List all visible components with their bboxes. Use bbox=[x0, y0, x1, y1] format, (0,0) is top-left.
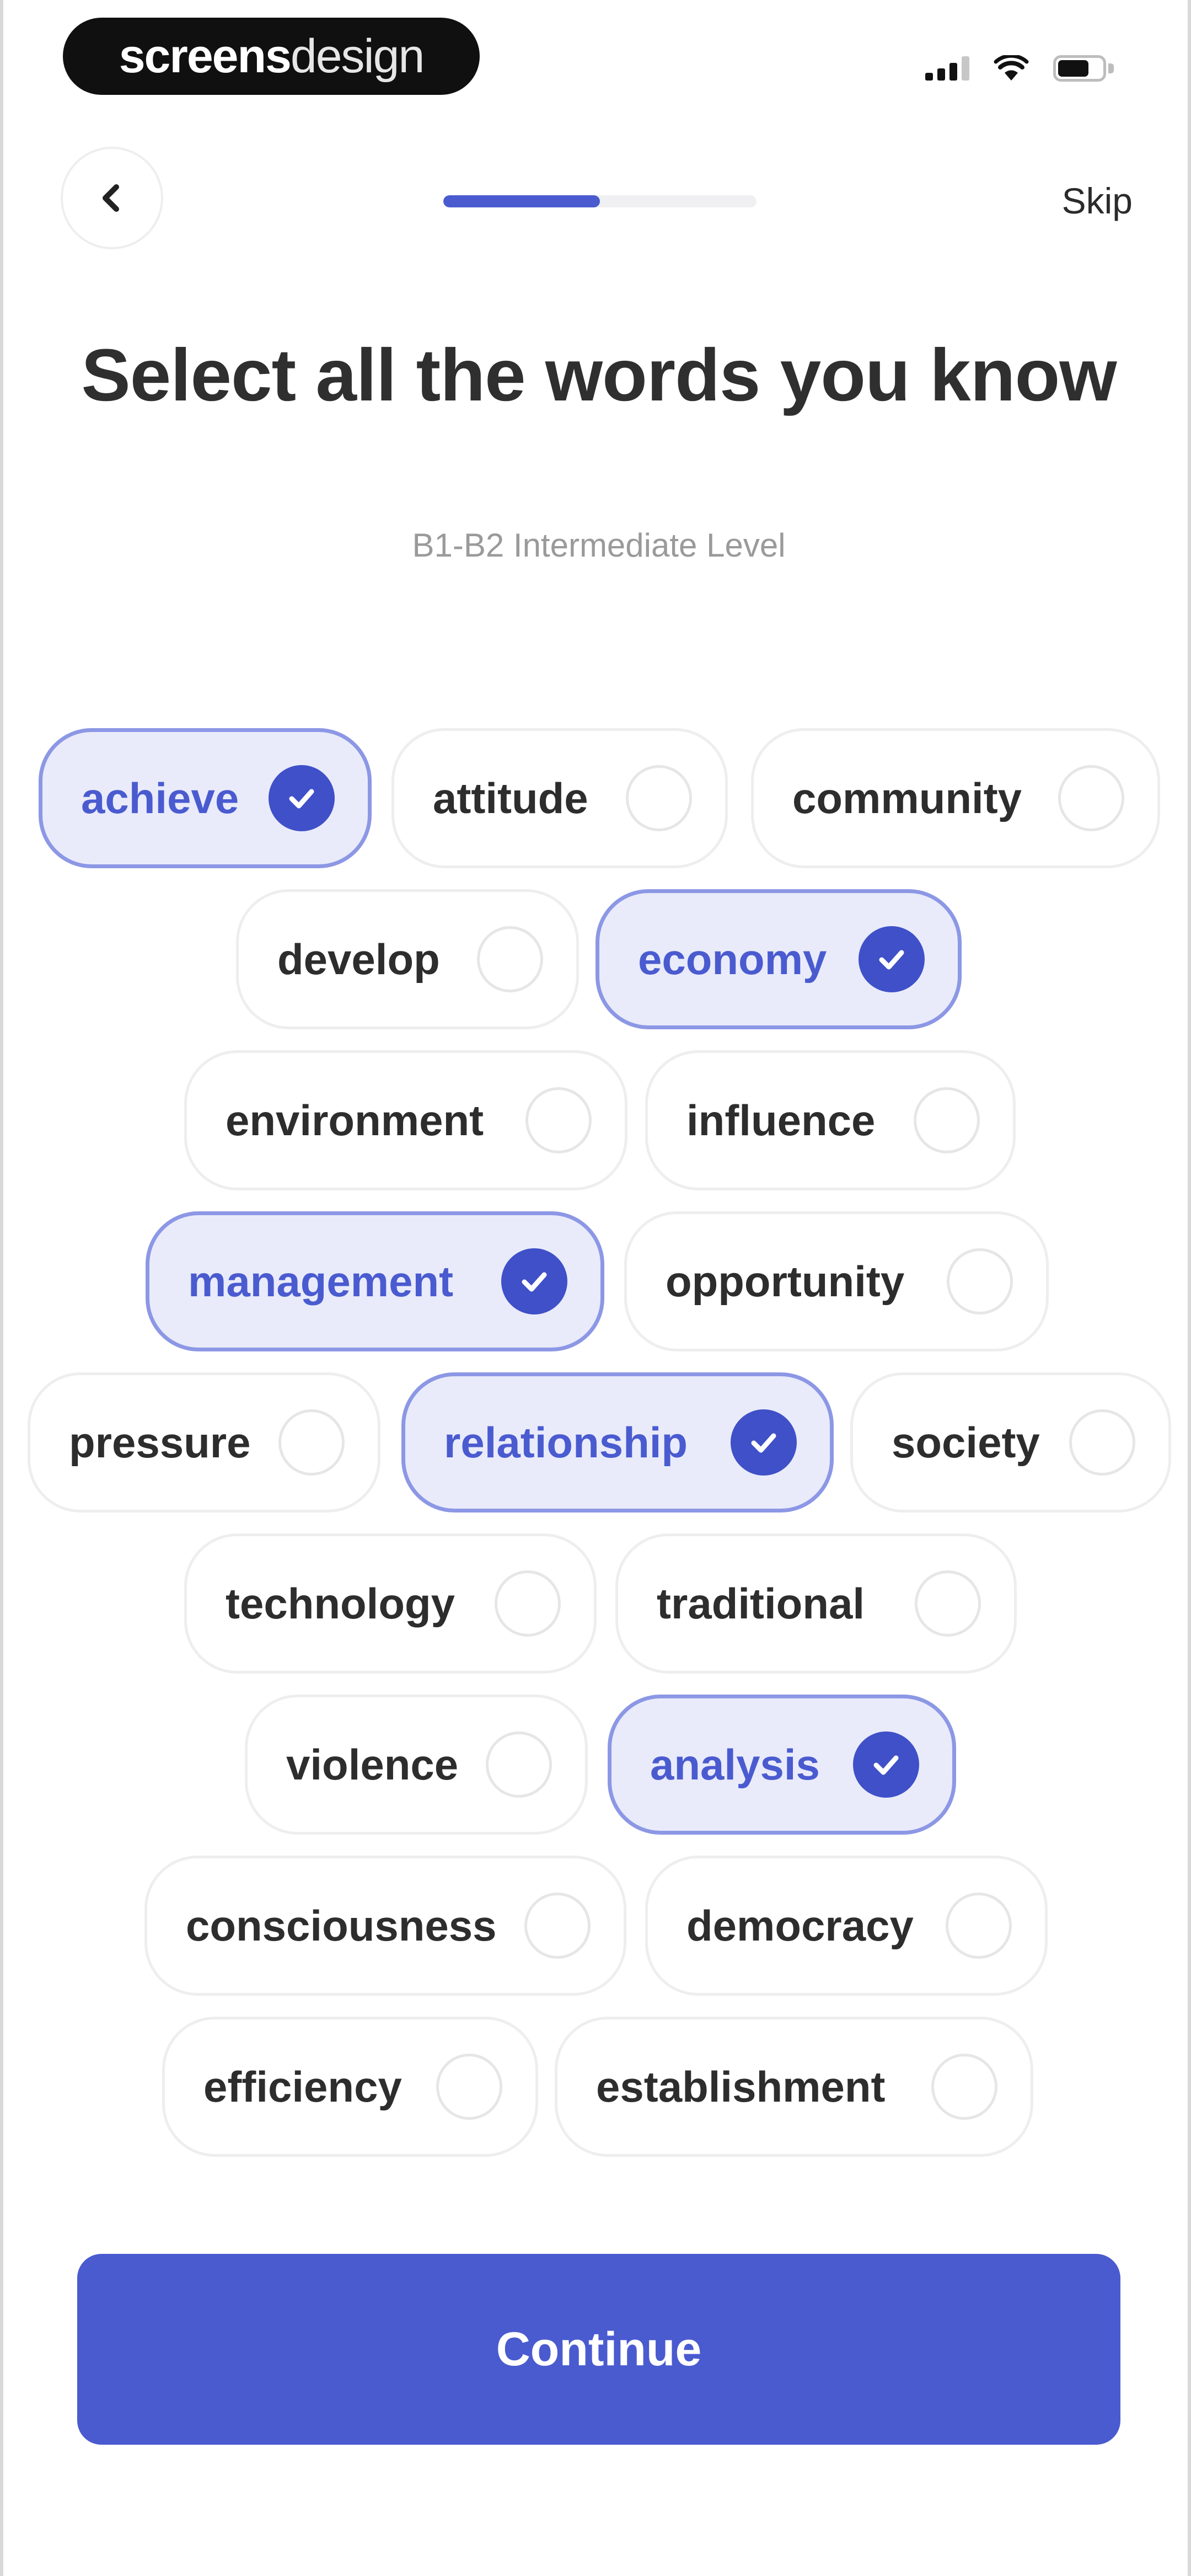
word-chip-list: achieve attitude community develop economy en… bbox=[3, 0, 1191, 2576]
word-chip-environment[interactable]: environment bbox=[184, 1050, 627, 1190]
word-chip-label: relationship bbox=[444, 1418, 688, 1467]
word-chip-label: pressure bbox=[69, 1418, 251, 1467]
empty-circle-icon bbox=[495, 1570, 561, 1637]
empty-circle-icon bbox=[946, 1893, 1012, 1959]
word-chip-management[interactable]: management bbox=[146, 1211, 604, 1351]
empty-circle-icon bbox=[1069, 1409, 1135, 1476]
word-chip-attitude[interactable]: attitude bbox=[391, 728, 728, 868]
empty-circle-icon bbox=[915, 1570, 981, 1637]
onboarding-screen: screens design Skip Select all the words … bbox=[0, 0, 1191, 2576]
word-chip-label: society bbox=[892, 1418, 1040, 1467]
empty-circle-icon bbox=[1058, 765, 1124, 831]
word-chip-traditional[interactable]: traditional bbox=[615, 1533, 1017, 1674]
checkmark-icon bbox=[501, 1248, 567, 1314]
word-chip-influence[interactable]: influence bbox=[645, 1050, 1016, 1190]
word-chip-community[interactable]: community bbox=[751, 728, 1160, 868]
empty-circle-icon bbox=[931, 2054, 997, 2120]
checkmark-icon bbox=[853, 1731, 919, 1798]
word-chip-society[interactable]: society bbox=[850, 1372, 1171, 1513]
word-chip-economy[interactable]: economy bbox=[596, 889, 962, 1029]
word-chip-label: establishment bbox=[596, 2062, 886, 2111]
word-chip-label: opportunity bbox=[666, 1257, 905, 1306]
continue-button[interactable]: Continue bbox=[77, 2254, 1120, 2445]
word-chip-efficiency[interactable]: efficiency bbox=[162, 2017, 538, 2157]
checkmark-icon bbox=[269, 765, 335, 831]
word-chip-label: violence bbox=[286, 1740, 459, 1789]
word-chip-democracy[interactable]: democracy bbox=[645, 1856, 1048, 1996]
word-chip-label: technology bbox=[226, 1579, 455, 1628]
word-chip-label: environment bbox=[226, 1095, 484, 1145]
word-chip-label: achieve bbox=[81, 773, 239, 822]
word-chip-relationship[interactable]: relationship bbox=[401, 1372, 834, 1513]
empty-circle-icon bbox=[477, 926, 543, 992]
checkmark-icon bbox=[859, 926, 925, 992]
word-chip-label: community bbox=[792, 773, 1022, 822]
word-chip-opportunity[interactable]: opportunity bbox=[624, 1211, 1049, 1351]
word-chip-consciousness[interactable]: consciousness bbox=[144, 1856, 626, 1996]
word-chip-label: consciousness bbox=[186, 1901, 497, 1950]
word-chip-analysis[interactable]: analysis bbox=[608, 1695, 956, 1835]
word-chip-violence[interactable]: violence bbox=[245, 1695, 588, 1835]
word-chip-label: economy bbox=[638, 934, 827, 984]
word-chip-label: analysis bbox=[650, 1740, 820, 1789]
empty-circle-icon bbox=[626, 765, 692, 831]
word-chip-pressure[interactable]: pressure bbox=[28, 1372, 380, 1513]
word-chip-achieve[interactable]: achieve bbox=[39, 728, 372, 868]
empty-circle-icon bbox=[525, 1087, 592, 1153]
word-chip-label: develop bbox=[277, 934, 440, 984]
word-chip-technology[interactable]: technology bbox=[184, 1533, 597, 1674]
checkmark-icon bbox=[731, 1409, 797, 1476]
word-chip-label: efficiency bbox=[203, 2062, 402, 2111]
word-chip-label: influence bbox=[686, 1095, 876, 1145]
word-chip-label: management bbox=[188, 1257, 454, 1306]
word-chip-label: traditional bbox=[657, 1579, 865, 1628]
word-chip-establishment[interactable]: establishment bbox=[555, 2017, 1033, 2157]
word-chip-label: attitude bbox=[433, 773, 588, 822]
empty-circle-icon bbox=[486, 1731, 552, 1798]
empty-circle-icon bbox=[278, 1409, 345, 1476]
word-chip-label: democracy bbox=[686, 1901, 914, 1950]
empty-circle-icon bbox=[947, 1248, 1013, 1314]
empty-circle-icon bbox=[914, 1087, 980, 1153]
empty-circle-icon bbox=[436, 2054, 502, 2120]
word-chip-develop[interactable]: develop bbox=[236, 889, 579, 1029]
empty-circle-icon bbox=[524, 1893, 591, 1959]
